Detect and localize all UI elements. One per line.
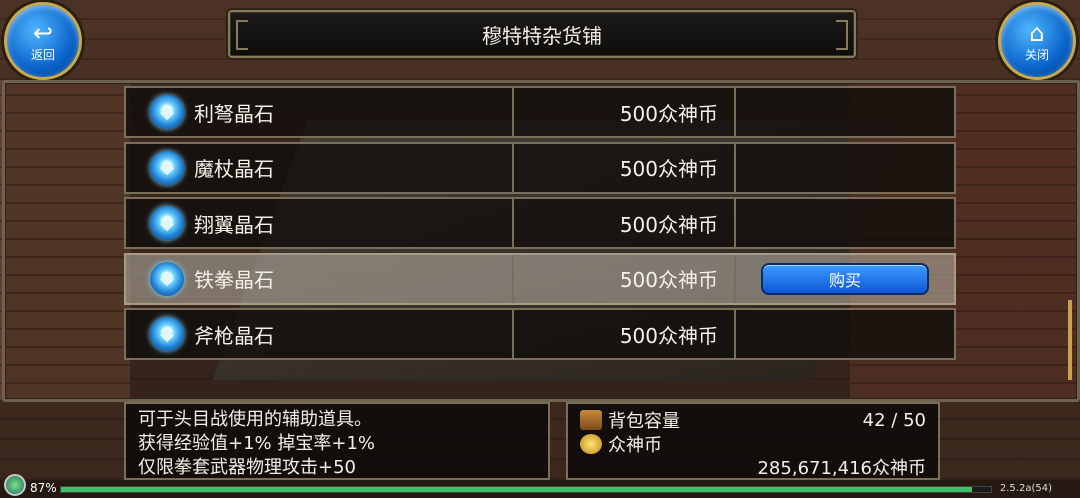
description-line: 获得经验值+1% 掉宝率+1% [138, 433, 375, 454]
page-title: 穆特特杂货铺 [482, 23, 602, 48]
item-price: 500众神币 [514, 310, 736, 358]
crystal-gem-icon: ◆ [150, 150, 184, 185]
shop-item-row[interactable]: ◆ 利弩晶石 500众神币 [124, 86, 956, 138]
bag-icon [580, 410, 602, 430]
version-label: 2.5.2a(54) [999, 483, 1052, 494]
bag-capacity-row: 背包容量 42 / 50 [580, 408, 926, 432]
experience-bar [60, 486, 992, 493]
back-button-label: 返回 [30, 47, 55, 62]
status-bar: 87% 2.5.2a(54) [0, 480, 1080, 498]
home-icon: ⌂ [1029, 18, 1045, 47]
item-price: 500众神币 [514, 254, 736, 303]
item-name-cell: ◆ 铁拳晶石 [126, 254, 514, 303]
bag-capacity-label: 背包容量 [608, 411, 680, 432]
bag-capacity-value: 42 / 50 [862, 409, 926, 431]
item-name: 翔翼晶石 [194, 212, 274, 237]
item-name-cell: ◆ 魔杖晶石 [126, 143, 514, 192]
player-status-icon[interactable] [4, 474, 26, 496]
item-action-cell [736, 144, 954, 192]
close-button-label: 关闭 [1024, 47, 1049, 62]
coin-icon [580, 434, 602, 454]
back-arrow-icon: ↩ [32, 18, 54, 47]
description-line: 可于头目战使用的辅助道具。 [138, 409, 372, 430]
item-action-cell [736, 199, 954, 247]
crystal-gem-icon: ◆ [150, 317, 184, 351]
close-button[interactable]: ⌂ 关闭 [998, 2, 1076, 80]
item-name: 斧枪晶石 [194, 323, 274, 348]
shop-item-row-selected[interactable]: ◆ 铁拳晶石 500众神币 购买 [124, 252, 956, 305]
crystal-gem-icon: ◆ [150, 261, 184, 296]
item-action-cell [736, 88, 954, 136]
scroll-indicator [1068, 300, 1072, 380]
item-price: 500众神币 [514, 143, 736, 192]
battery-percent: 87% [30, 481, 57, 495]
item-name-cell: ◆ 翔翼晶石 [126, 199, 514, 247]
page-title-bar: 穆特特杂货铺 [228, 10, 856, 58]
crystal-gem-icon: ◆ [150, 206, 184, 240]
item-name-cell: ◆ 斧枪晶石 [126, 310, 514, 358]
inventory-info-panel: 背包容量 42 / 50 众神币 285,671,416众神币 [566, 402, 940, 480]
item-action-cell [736, 310, 954, 358]
currency-label: 众神币 [608, 435, 662, 456]
item-price: 500众神币 [514, 88, 736, 136]
item-name: 魔杖晶石 [194, 157, 274, 181]
item-name: 铁拳晶石 [194, 268, 274, 292]
shop-item-list: ◆ 利弩晶石 500众神币 ◆ 魔杖晶石 500众神币 ◆ 翔翼晶石 500众神… [124, 86, 956, 364]
item-description-panel: 可于头目战使用的辅助道具。 获得经验值+1% 掉宝率+1% 仅限拳套武器物理攻击… [124, 402, 550, 480]
item-name: 利弩晶石 [194, 101, 274, 126]
item-action-cell: 购买 [736, 255, 954, 303]
item-name-cell: ◆ 利弩晶石 [126, 88, 514, 136]
currency-row: 众神币 [580, 432, 926, 456]
crystal-gem-icon: ◆ [150, 95, 184, 129]
buy-button[interactable]: 购买 [761, 262, 929, 295]
shop-item-row[interactable]: ◆ 翔翼晶石 500众神币 [124, 197, 956, 249]
item-price: 500众神币 [514, 199, 736, 247]
experience-bar-fill [61, 487, 973, 492]
shop-item-row[interactable]: ◆ 斧枪晶石 500众神币 [124, 308, 956, 360]
back-button[interactable]: ↩ 返回 [4, 2, 82, 80]
shop-item-row[interactable]: ◆ 魔杖晶石 500众神币 [124, 141, 956, 194]
currency-value: 285,671,416众神币 [757, 458, 926, 479]
description-line: 仅限拳套武器物理攻击+50 [138, 457, 356, 478]
